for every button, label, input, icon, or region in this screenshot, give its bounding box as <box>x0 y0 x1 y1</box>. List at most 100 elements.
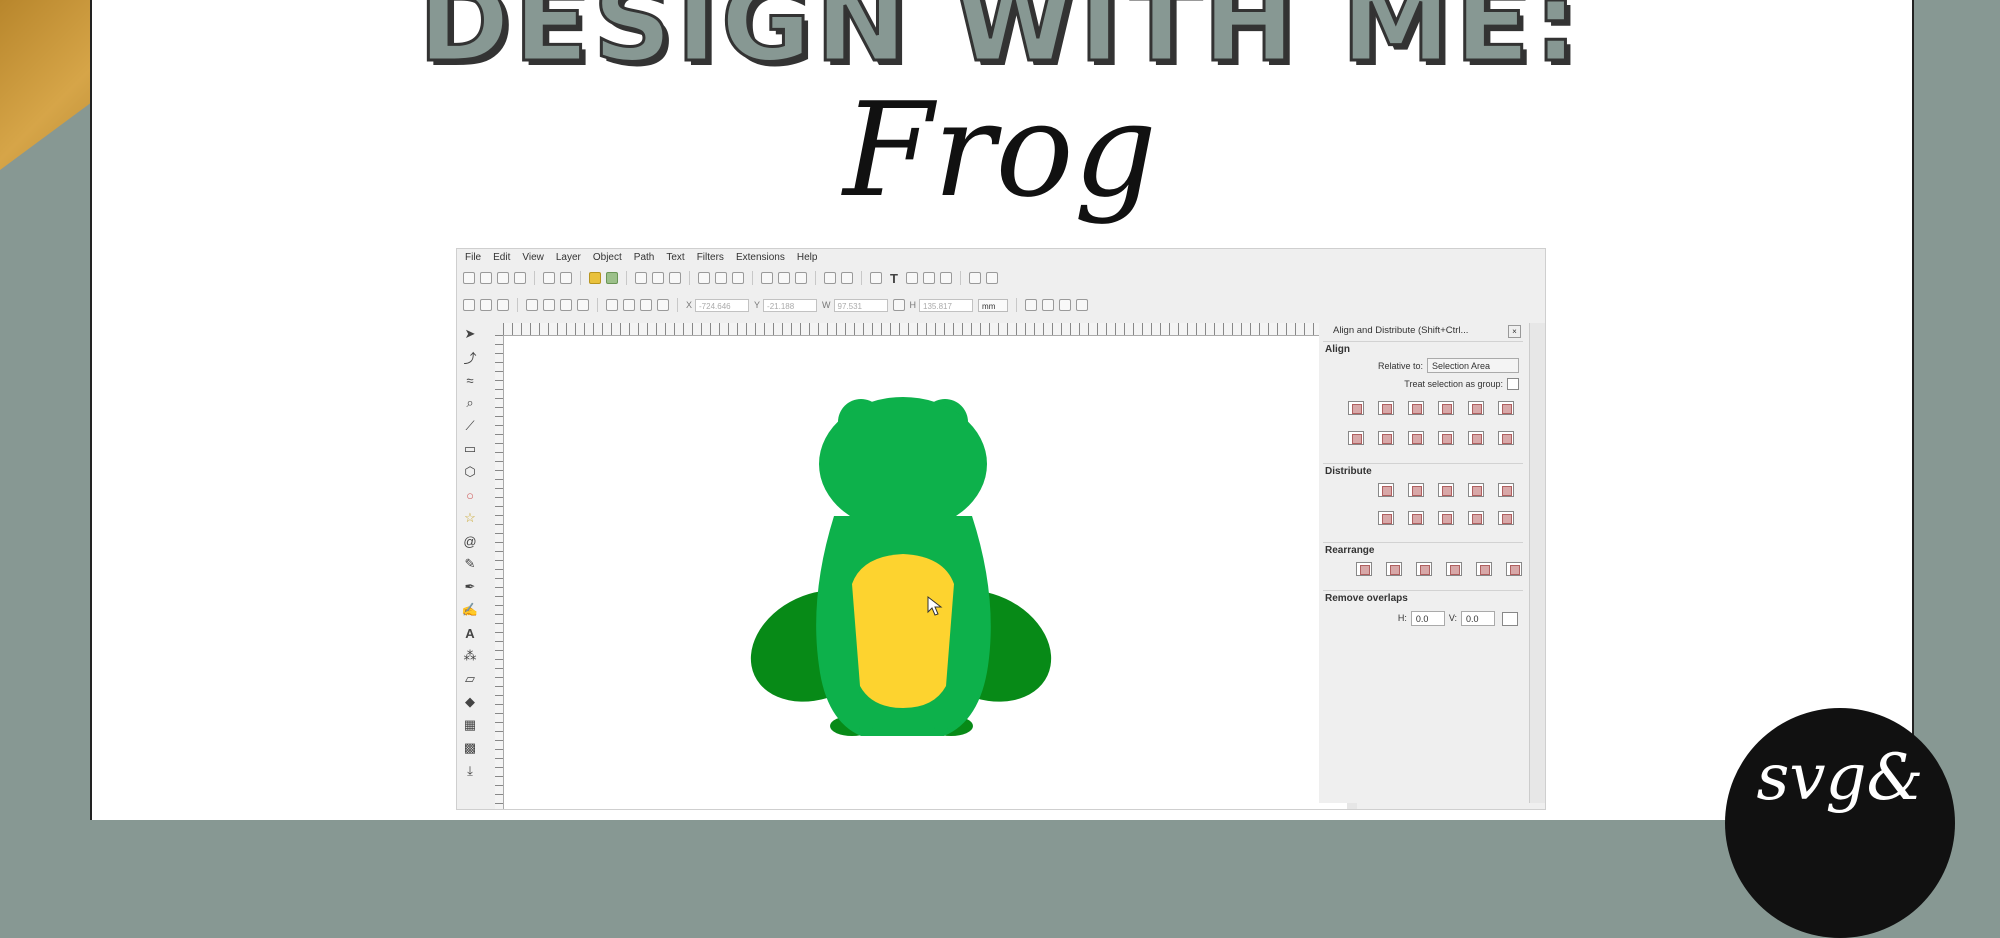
menu-edit[interactable]: Edit <box>493 252 510 263</box>
align-distribute-icon[interactable] <box>940 272 952 284</box>
fill-stroke-icon[interactable] <box>870 272 882 284</box>
copy-icon[interactable] <box>635 272 647 284</box>
w-input[interactable]: 97.531 <box>833 298 888 312</box>
relative-to-select[interactable]: Selection Area <box>1427 358 1519 373</box>
ellipse-tool-icon[interactable]: ○ <box>461 486 479 504</box>
menu-object[interactable]: Object <box>593 252 622 263</box>
xml-editor-icon[interactable] <box>923 272 935 284</box>
star-tool-icon[interactable]: ☆ <box>461 509 479 527</box>
v-gap-input[interactable]: 0.0 <box>1461 610 1495 626</box>
raise-icon[interactable] <box>623 299 635 311</box>
center-horizontal-axis-icon[interactable] <box>1405 428 1427 446</box>
measure-tool-icon[interactable]: ⟋ <box>461 417 479 435</box>
menu-extensions[interactable]: Extensions <box>736 252 785 263</box>
menu-view[interactable]: View <box>522 252 544 263</box>
lower-icon[interactable] <box>640 299 652 311</box>
duplicate-icon[interactable] <box>761 272 773 284</box>
dropper-tool-icon[interactable]: ⤓ <box>461 762 479 780</box>
rotate-ccw-icon[interactable] <box>526 299 538 311</box>
exchange-clockwise-icon[interactable] <box>1443 559 1465 577</box>
lock-ratio-icon[interactable] <box>892 299 905 311</box>
eraser-tool-icon[interactable]: ▱ <box>461 670 479 688</box>
undo-icon[interactable] <box>589 272 601 284</box>
distribute-centers-h-icon[interactable] <box>1405 480 1427 498</box>
treat-group-checkbox[interactable] <box>1507 378 1519 390</box>
text-tool-icon[interactable]: A <box>461 624 479 642</box>
y-input[interactable]: -21.188 <box>763 298 818 312</box>
zoom-page-icon[interactable] <box>732 272 744 284</box>
unit-select[interactable]: mm <box>978 298 1009 312</box>
node-tool-icon[interactable]: ⤴ <box>461 348 479 366</box>
transform-patterns-icon[interactable] <box>1076 299 1089 311</box>
layers-icon[interactable] <box>906 272 918 284</box>
preferences-icon[interactable] <box>969 272 981 284</box>
redo-icon[interactable] <box>606 272 618 284</box>
drawing-canvas[interactable] <box>504 336 1357 810</box>
paint-bucket-tool-icon[interactable]: ◆ <box>461 693 479 711</box>
distribute-gaps-v-icon[interactable] <box>1465 508 1487 526</box>
raise-to-top-icon[interactable] <box>606 299 618 311</box>
distribute-gaps-h-icon[interactable] <box>1465 480 1487 498</box>
randomize-positions-icon[interactable] <box>1473 559 1495 577</box>
selector-tool-icon[interactable]: ➤ <box>461 325 479 343</box>
unlink-clone-icon[interactable] <box>795 272 807 284</box>
distribute-baselines-v-icon[interactable] <box>1495 508 1517 526</box>
zoom-tool-icon[interactable]: ⌕ <box>461 394 479 412</box>
open-icon[interactable] <box>480 272 492 284</box>
scale-corners-icon[interactable] <box>1042 299 1055 311</box>
menu-path[interactable]: Path <box>634 252 655 263</box>
align-left-edges-icon[interactable] <box>1375 398 1397 416</box>
align-top-sides-icon[interactable] <box>1465 428 1487 446</box>
gradient-tool-icon[interactable]: ▦ <box>461 716 479 734</box>
spiral-tool-icon[interactable]: @ <box>461 532 479 550</box>
text-font-icon[interactable]: T <box>887 269 901 287</box>
center-vertical-axis-icon[interactable] <box>1405 398 1427 416</box>
group-icon[interactable] <box>824 272 836 284</box>
new-document-icon[interactable] <box>463 272 475 284</box>
close-icon[interactable]: × <box>1508 325 1521 338</box>
transform-gradients-icon[interactable] <box>1059 299 1072 311</box>
align-text-anchors-icon[interactable] <box>1495 398 1517 416</box>
flip-vertical-icon[interactable] <box>577 299 589 311</box>
rearrange-graph-icon[interactable] <box>1353 559 1375 577</box>
distribute-top-icon[interactable] <box>1375 508 1397 526</box>
select-all-layers-icon[interactable] <box>480 299 492 311</box>
unclump-icon[interactable] <box>1503 559 1525 577</box>
menu-filters[interactable]: Filters <box>697 252 724 263</box>
distribute-baselines-h-icon[interactable] <box>1495 480 1517 498</box>
scale-stroke-icon[interactable] <box>1025 299 1038 311</box>
align-top-edges-icon[interactable] <box>1375 428 1397 446</box>
save-icon[interactable] <box>497 272 509 284</box>
rectangle-tool-icon[interactable]: ▭ <box>461 440 479 458</box>
distribute-centers-v-icon[interactable] <box>1405 508 1427 526</box>
select-all-icon[interactable] <box>463 299 475 311</box>
align-bottom-edges-icon[interactable] <box>1345 428 1367 446</box>
document-properties-icon[interactable] <box>986 272 998 284</box>
align-right-sides-icon[interactable] <box>1435 398 1457 416</box>
remove-overlaps-button[interactable] <box>1499 609 1518 627</box>
deselect-icon[interactable] <box>497 299 509 311</box>
tweak-tool-icon[interactable]: ≈ <box>461 371 479 389</box>
align-bottom-sides-icon[interactable] <box>1435 428 1457 446</box>
import-icon[interactable] <box>543 272 555 284</box>
export-icon[interactable] <box>560 272 572 284</box>
exchange-position-icon[interactable] <box>1383 559 1405 577</box>
h-input[interactable]: 135.817 <box>919 298 974 312</box>
flip-horizontal-icon[interactable] <box>560 299 572 311</box>
pencil-tool-icon[interactable]: ✎ <box>461 555 479 573</box>
rotate-cw-icon[interactable] <box>543 299 555 311</box>
lower-to-bottom-icon[interactable] <box>657 299 669 311</box>
clone-icon[interactable] <box>778 272 790 284</box>
menu-help[interactable]: Help <box>797 252 818 263</box>
menu-layer[interactable]: Layer <box>556 252 581 263</box>
align-left-sides-icon[interactable] <box>1465 398 1487 416</box>
menu-file[interactable]: File <box>465 252 481 263</box>
frog-illustration[interactable] <box>504 336 1347 810</box>
menu-text[interactable]: Text <box>666 252 684 263</box>
spray-tool-icon[interactable]: ⁂ <box>461 647 479 665</box>
frog-belly[interactable] <box>852 554 954 708</box>
distribute-right-icon[interactable] <box>1435 480 1457 498</box>
exchange-zorder-icon[interactable] <box>1413 559 1435 577</box>
h-gap-input[interactable]: 0.0 <box>1410 610 1445 626</box>
3d-box-tool-icon[interactable]: ⬡ <box>461 463 479 481</box>
